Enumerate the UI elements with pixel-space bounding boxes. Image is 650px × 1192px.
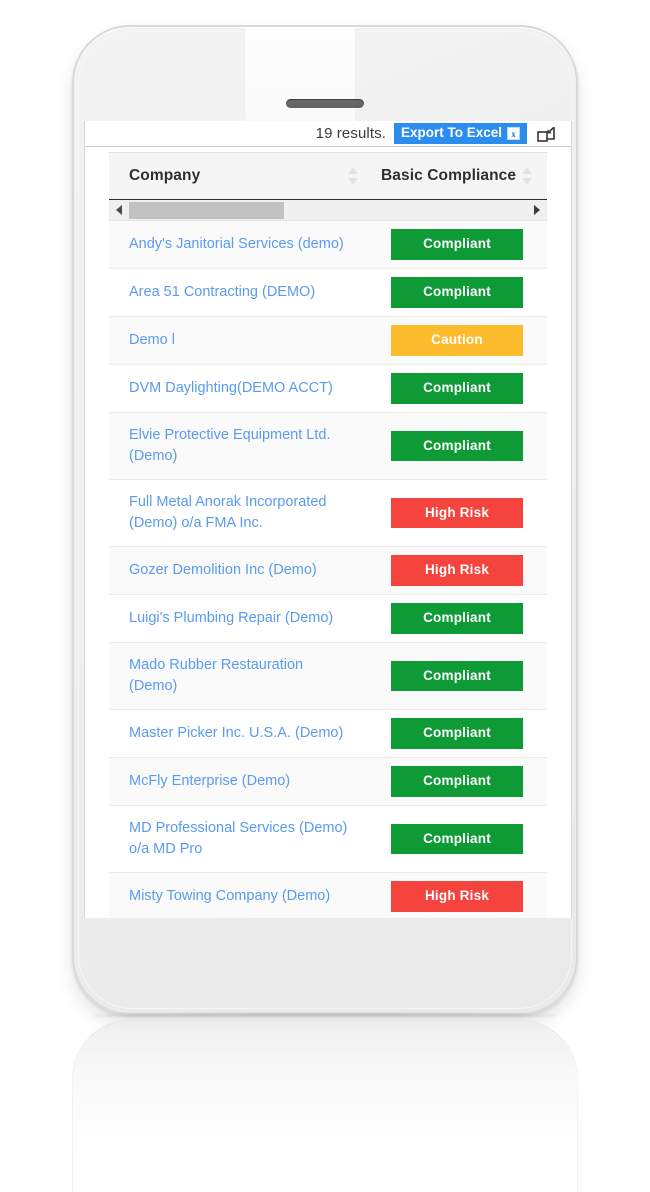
- cell-basic-compliance: Compliant: [367, 221, 547, 268]
- cell-company: Gozer Demolition Inc (Demo): [109, 547, 367, 594]
- company-link[interactable]: Elvie Protective Equipment Ltd. (Demo): [129, 425, 355, 467]
- table-row[interactable]: DVM Daylighting(DEMO ACCT) Compliant: [109, 365, 547, 413]
- cell-company: Full Metal Anorak Incorporated (Demo) o/…: [109, 480, 367, 546]
- table-row[interactable]: Misty Towing Company (Demo) High Risk: [109, 873, 547, 918]
- cell-basic-compliance: Compliant: [367, 643, 547, 709]
- device-drop-shadow: [92, 1013, 558, 1018]
- column-header-basic-compliance-label: Basic Compliance: [381, 167, 517, 184]
- status-badge[interactable]: Compliant: [391, 430, 523, 462]
- reflection-fade-overlay: [73, 1021, 577, 1192]
- cell-basic-compliance: Compliant: [367, 269, 547, 316]
- scrollbar-thumb[interactable]: [129, 201, 284, 219]
- excel-file-icon: x: [507, 126, 520, 140]
- table-row[interactable]: Mado Rubber Restauration (Demo) Compliant: [109, 643, 547, 711]
- cell-company: Demo l: [109, 317, 367, 364]
- cell-company: Misty Towing Company (Demo): [109, 873, 367, 918]
- column-header-company[interactable]: Company: [109, 167, 367, 185]
- cell-company: Elvie Protective Equipment Ltd. (Demo): [109, 413, 367, 479]
- company-link[interactable]: Luigi's Plumbing Repair (Demo): [129, 608, 333, 629]
- company-link[interactable]: Full Metal Anorak Incorporated (Demo) o/…: [129, 492, 355, 534]
- sort-icon-company[interactable]: [348, 167, 359, 185]
- status-badge[interactable]: High Risk: [391, 881, 523, 912]
- company-link[interactable]: DVM Daylighting(DEMO ACCT): [129, 378, 333, 399]
- status-badge[interactable]: High Risk: [391, 497, 523, 529]
- company-link[interactable]: Area 51 Contracting (DEMO): [129, 282, 315, 303]
- status-badge[interactable]: Compliant: [391, 603, 523, 634]
- company-link[interactable]: Demo l: [129, 330, 175, 351]
- status-badge[interactable]: Compliant: [391, 823, 523, 855]
- table-row[interactable]: Gozer Demolition Inc (Demo) High Risk: [109, 547, 547, 596]
- sort-icon-basic-compliance[interactable]: [522, 167, 533, 185]
- phone-device-frame: 19 results. Export To Excel x Company Ba…: [72, 25, 578, 1015]
- table-row[interactable]: Master Picker Inc. U.S.A. (Demo) Complian…: [109, 710, 547, 759]
- table-row[interactable]: Luigi's Plumbing Repair (Demo) Compliant: [109, 595, 547, 644]
- status-badge[interactable]: Compliant: [391, 766, 523, 797]
- company-link[interactable]: McFly Enterprise (Demo): [129, 771, 290, 792]
- company-link[interactable]: Mado Rubber Restauration (Demo): [129, 655, 355, 697]
- column-header-company-label: Company: [129, 167, 201, 184]
- screenshot-canvas: 19 results. Export To Excel x Company Ba…: [0, 0, 650, 1192]
- cell-company: Andy's Janitorial Services (demo): [109, 221, 367, 268]
- cell-company: Master Picker Inc. U.S.A. (Demo): [109, 710, 367, 757]
- cell-basic-compliance: Compliant: [367, 595, 547, 642]
- company-link[interactable]: Gozer Demolition Inc (Demo): [129, 560, 317, 581]
- scroll-left-arrow-icon[interactable]: [109, 200, 129, 221]
- cell-company: DVM Daylighting(DEMO ACCT): [109, 365, 367, 412]
- cell-basic-compliance: Compliant: [367, 413, 547, 479]
- status-badge[interactable]: Compliant: [391, 373, 523, 404]
- status-badge[interactable]: Compliant: [391, 229, 523, 260]
- cell-basic-compliance: Compliant: [367, 758, 547, 805]
- phone-reflection: [72, 1020, 578, 1192]
- results-count-label: 19 results.: [315, 125, 386, 142]
- cell-basic-compliance: High Risk: [367, 873, 547, 918]
- company-link[interactable]: Master Picker Inc. U.S.A. (Demo): [129, 723, 343, 744]
- scrollbar-track[interactable]: [129, 200, 527, 221]
- company-link[interactable]: MD Professional Services (Demo) o/a MD P…: [129, 818, 355, 860]
- scroll-right-arrow-icon[interactable]: [527, 200, 547, 221]
- cell-basic-compliance: High Risk: [367, 480, 547, 546]
- phone-earpiece-speaker: [286, 99, 364, 108]
- status-badge[interactable]: High Risk: [391, 555, 523, 586]
- table-header-row: Company Basic Compliance: [109, 152, 547, 200]
- table-body: Andy's Janitorial Services (demo) Complia…: [109, 221, 547, 918]
- status-badge[interactable]: Compliant: [391, 660, 523, 692]
- status-badge[interactable]: Caution: [391, 325, 523, 356]
- results-toolbar: 19 results. Export To Excel x: [85, 121, 571, 147]
- collapse-icon[interactable]: [535, 124, 557, 144]
- cell-company: MD Professional Services (Demo) o/a MD P…: [109, 806, 367, 872]
- cell-basic-compliance: High Risk: [367, 547, 547, 594]
- cell-company: Luigi's Plumbing Repair (Demo): [109, 595, 367, 642]
- export-to-excel-button[interactable]: Export To Excel x: [393, 123, 527, 144]
- table-row[interactable]: McFly Enterprise (Demo) Compliant: [109, 758, 547, 807]
- table-row[interactable]: Andy's Janitorial Services (demo) Complia…: [109, 221, 547, 269]
- cell-basic-compliance: Compliant: [367, 365, 547, 412]
- table-row[interactable]: Elvie Protective Equipment Ltd. (Demo) Co…: [109, 413, 547, 481]
- company-link[interactable]: Misty Towing Company (Demo): [129, 886, 330, 907]
- table-row[interactable]: MD Professional Services (Demo) o/a MD P…: [109, 806, 547, 874]
- table-row[interactable]: Demo l Caution: [109, 317, 547, 365]
- cell-basic-compliance: Compliant: [367, 710, 547, 757]
- cell-company: Mado Rubber Restauration (Demo): [109, 643, 367, 709]
- status-badge[interactable]: Compliant: [391, 277, 523, 308]
- column-header-basic-compliance[interactable]: Basic Compliance: [367, 167, 547, 185]
- compliance-table: Company Basic Compliance Andy's Janitori…: [109, 152, 547, 918]
- table-row[interactable]: Area 51 Contracting (DEMO) Compliant: [109, 269, 547, 317]
- horizontal-scrollbar[interactable]: [109, 200, 547, 221]
- table-row[interactable]: Full Metal Anorak Incorporated (Demo) o/…: [109, 480, 547, 548]
- phone-screen: 19 results. Export To Excel x Company Ba…: [84, 121, 572, 918]
- cell-company: McFly Enterprise (Demo): [109, 758, 367, 805]
- cell-basic-compliance: Caution: [367, 317, 547, 364]
- export-to-excel-label: Export To Excel: [400, 125, 502, 141]
- cell-basic-compliance: Compliant: [367, 806, 547, 872]
- company-link[interactable]: Andy's Janitorial Services (demo): [129, 234, 344, 255]
- status-badge[interactable]: Compliant: [391, 718, 523, 749]
- cell-company: Area 51 Contracting (DEMO): [109, 269, 367, 316]
